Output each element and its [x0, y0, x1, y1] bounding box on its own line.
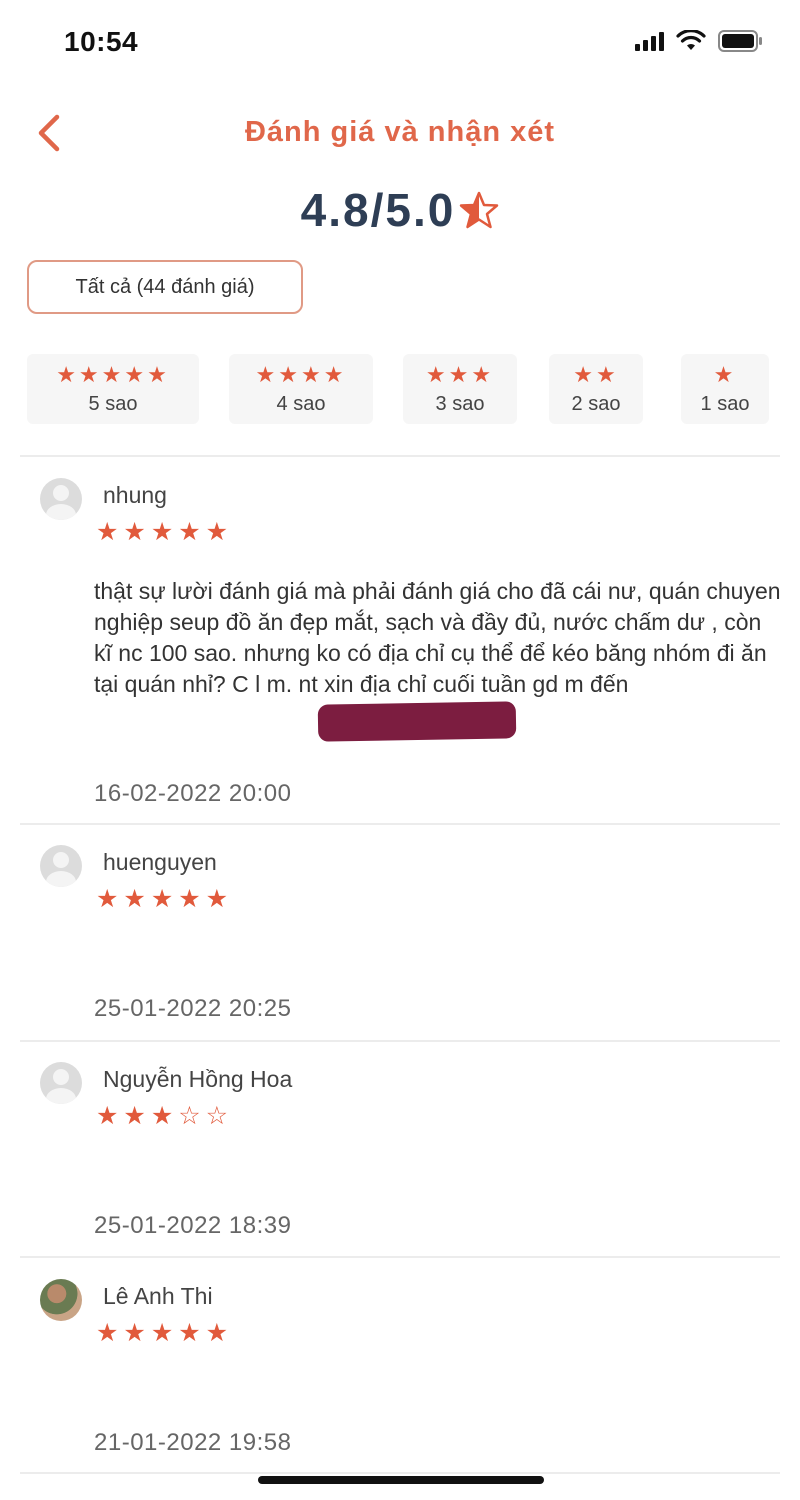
divider [20, 455, 780, 457]
divider [20, 1040, 780, 1042]
filter-all-button[interactable]: Tất cả (44 đánh giá) [27, 260, 303, 314]
avatar [40, 478, 82, 520]
star-icons: ★★★★ [255, 362, 347, 387]
review-date: 21-01-2022 19:58 [94, 1429, 292, 1456]
rating-value: 4.8/5.0 [300, 184, 456, 236]
reviewer-name: Nguyễn Hồng Hoa [103, 1066, 293, 1092]
review-stars: ★★★★★ [96, 1319, 234, 1347]
filter-1-star[interactable]: ★ 1 sao [681, 354, 769, 424]
filter-3-stars[interactable]: ★★★ 3 sao [403, 354, 517, 424]
review-date: 25-01-2022 18:39 [94, 1212, 292, 1239]
filter-label: 2 sao [571, 393, 621, 415]
battery-icon [718, 30, 764, 52]
review-stars: ★★★★★ [96, 518, 234, 546]
review-stars: ★★★★★ [96, 885, 234, 913]
reviewer-name: huenguyen [103, 849, 217, 875]
star-icons: ★ [713, 362, 737, 387]
status-time: 10:54 [64, 26, 139, 57]
filter-5-stars[interactable]: ★★★★★ 5 sao [27, 354, 199, 424]
star-icons: ★★ [573, 362, 619, 387]
redaction-mark [317, 701, 517, 742]
review-stars: ★★★☆☆ [96, 1102, 234, 1130]
wifi-icon [676, 30, 706, 52]
cellular-signal-icon [635, 31, 664, 51]
divider [20, 1472, 780, 1474]
rating-summary: 4.8/5.0 [0, 183, 800, 237]
filter-4-stars[interactable]: ★★★★ 4 sao [229, 354, 373, 424]
divider [20, 823, 780, 825]
review-text: thật sự lười đánh giá mà phải đánh giá c… [94, 578, 781, 697]
header: Đánh giá và nhận xét [0, 100, 800, 170]
review-date: 16-02-2022 20:00 [94, 780, 292, 807]
filter-label: 5 sao [88, 393, 138, 415]
filter-label: 4 sao [276, 393, 326, 415]
star-icons: ★★★★★ [56, 362, 170, 387]
page-title: Đánh giá và nhận xét [244, 116, 556, 148]
star-half-icon [460, 191, 499, 229]
star-icons: ★★★ [425, 362, 495, 387]
avatar [40, 1279, 82, 1321]
avatar [40, 845, 82, 887]
status-bar: 10:54 [0, 0, 800, 90]
filter-label: 1 sao [700, 393, 750, 415]
avatar [40, 1062, 82, 1104]
review-date: 25-01-2022 20:25 [94, 995, 292, 1022]
divider [20, 1256, 780, 1258]
home-indicator [258, 1476, 544, 1484]
filter-label: 3 sao [435, 393, 485, 415]
reviewer-name: nhung [103, 482, 167, 508]
status-icons [635, 30, 764, 52]
reviewer-name: Lê Anh Thi [103, 1283, 213, 1309]
filter-2-stars[interactable]: ★★ 2 sao [549, 354, 643, 424]
star-filter-bar: ★★★★★ 5 sao ★★★★ 4 sao ★★★ 3 sao ★★ 2 sa… [27, 354, 769, 424]
